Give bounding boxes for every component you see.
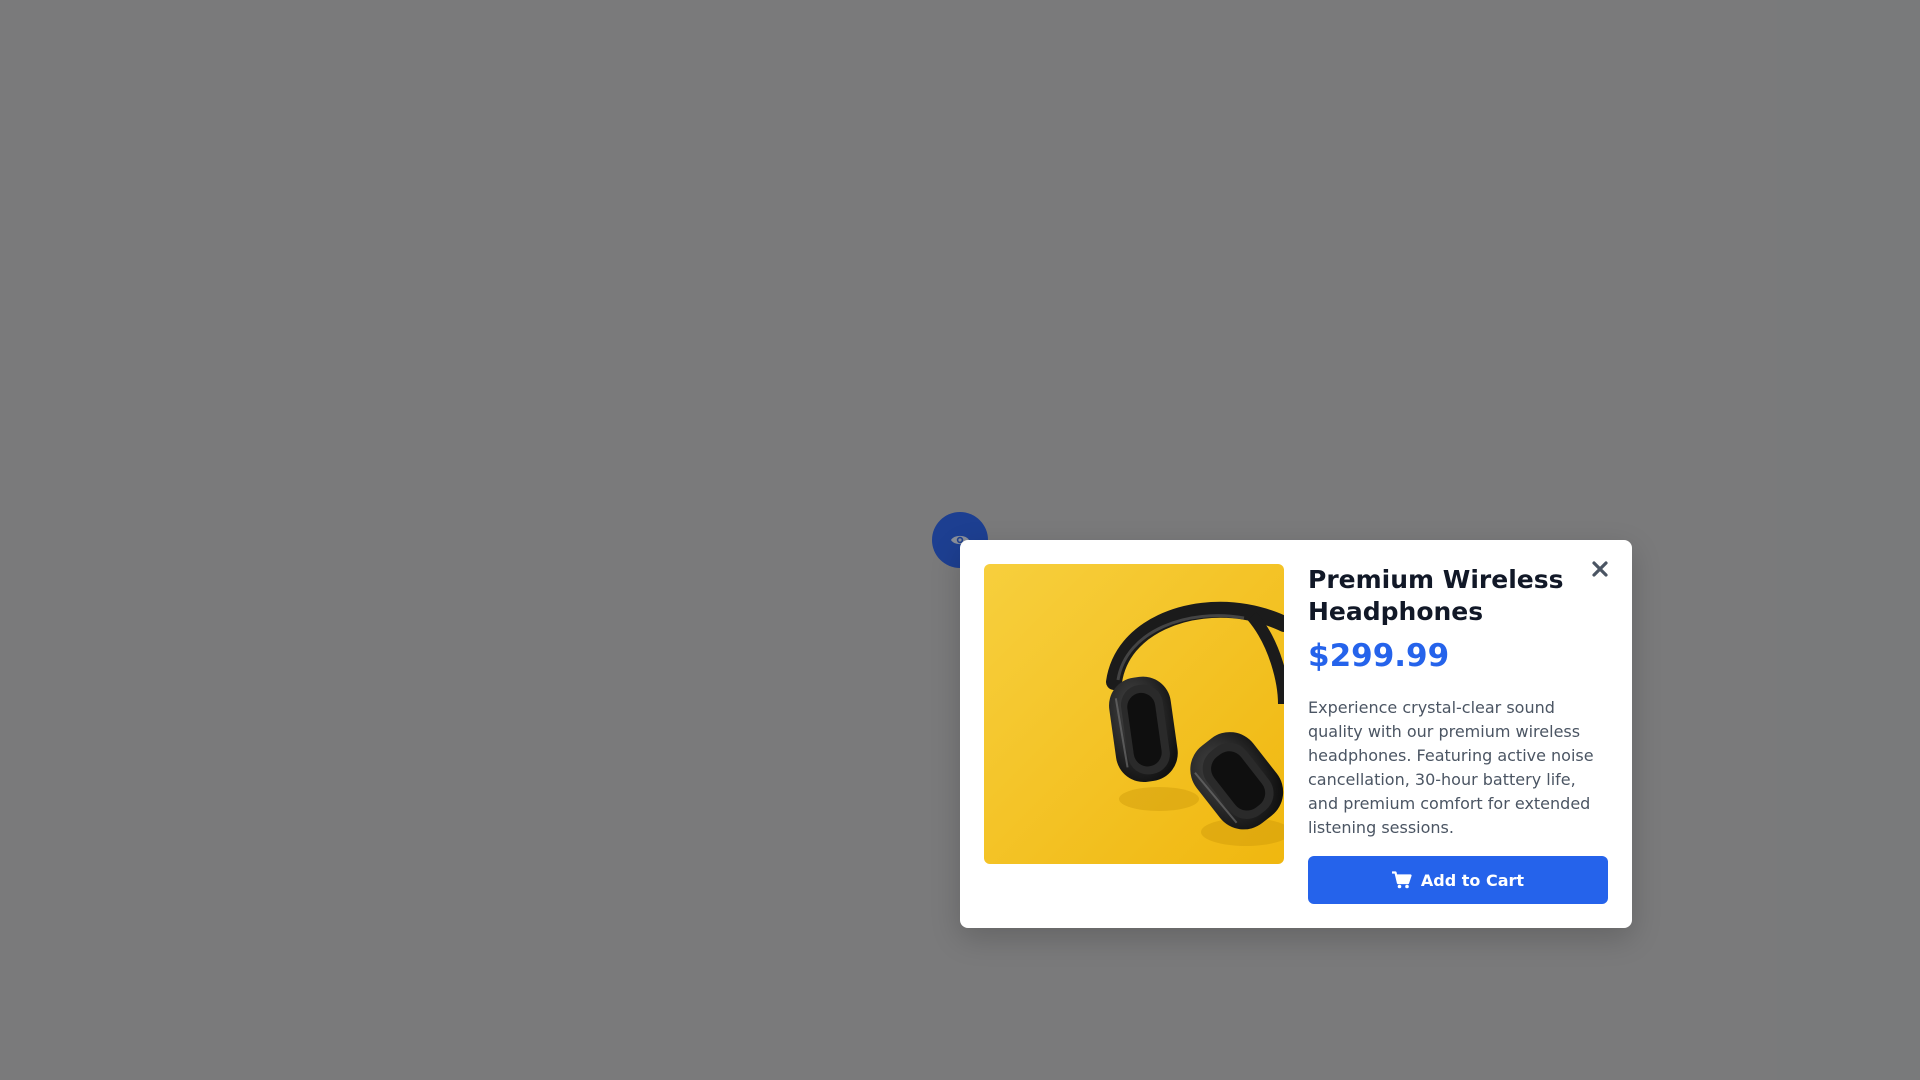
- cart-icon: [1391, 871, 1412, 889]
- product-info: Premium Wireless Headphones $299.99 Expe…: [1308, 564, 1608, 840]
- product-title: Premium Wireless Headphones: [1308, 565, 1564, 626]
- product-price: $299.99: [1308, 638, 1450, 674]
- product-quick-view-modal: Premium Wireless Headphones $299.99 Expe…: [960, 540, 1632, 928]
- product-image: [984, 564, 1284, 864]
- page-background-edge: [1777, 0, 1920, 1080]
- add-to-cart-button[interactable]: Add to Cart: [1308, 856, 1608, 904]
- product-description: Experience crystal-clear sound quality w…: [1308, 698, 1594, 837]
- headphones-image: [984, 564, 1284, 864]
- add-to-cart-label: Add to Cart: [1420, 870, 1525, 890]
